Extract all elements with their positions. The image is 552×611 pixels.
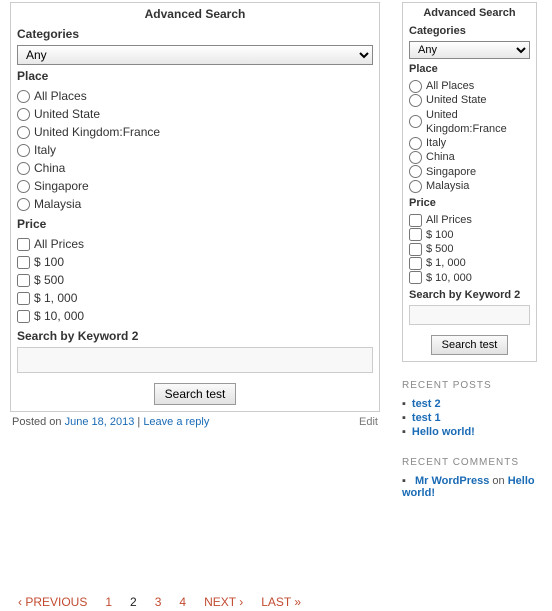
place-option-label: Italy bbox=[34, 143, 56, 157]
edit-link[interactable]: Edit bbox=[359, 416, 378, 428]
sidebar-place-label: Place bbox=[403, 61, 536, 77]
price-checkbox[interactable] bbox=[17, 310, 30, 323]
price-checkbox[interactable] bbox=[17, 274, 30, 287]
place-radio[interactable] bbox=[17, 180, 30, 193]
post-date-link[interactable]: June 18, 2013 bbox=[65, 416, 135, 428]
pagination-page[interactable]: 1 bbox=[105, 595, 112, 609]
sidebar-price-checkbox[interactable] bbox=[409, 257, 422, 270]
sidebar-price-option-label: All Prices bbox=[426, 213, 472, 227]
sidebar-keyword-label: Search by Keyword 2 bbox=[403, 287, 536, 303]
pagination-current: 2 bbox=[130, 595, 137, 609]
sidebar-search-title: Advanced Search bbox=[403, 3, 536, 23]
categories-select[interactable]: Any bbox=[17, 45, 373, 65]
place-radio[interactable] bbox=[17, 126, 30, 139]
pagination-page[interactable]: 4 bbox=[179, 595, 186, 609]
sidebar-place-option-label: All Places bbox=[426, 79, 474, 93]
sidebar-place-option-label: Malaysia bbox=[426, 179, 469, 193]
price-option-label: $ 10, 000 bbox=[34, 309, 84, 323]
price-option-label: $ 1, 000 bbox=[34, 291, 77, 305]
sidebar-place-option-label: Singapore bbox=[426, 165, 476, 179]
recent-post-link[interactable]: test 1 bbox=[412, 412, 441, 424]
sidebar-price-checkbox[interactable] bbox=[409, 271, 422, 284]
sidebar-place-radio[interactable] bbox=[409, 94, 422, 107]
place-radio[interactable] bbox=[17, 144, 30, 157]
categories-label: Categories bbox=[11, 25, 379, 43]
post-meta: Posted on June 18, 2013 | Leave a reply … bbox=[10, 412, 380, 432]
recent-post-link[interactable]: test 2 bbox=[412, 398, 441, 410]
sidebar-place-radio[interactable] bbox=[409, 165, 422, 178]
sidebar-price-label: Price bbox=[403, 195, 536, 211]
sidebar-price-checkbox[interactable] bbox=[409, 243, 422, 256]
place-option-label: United State bbox=[34, 107, 100, 121]
sidebar-categories-label: Categories bbox=[403, 23, 536, 39]
sidebar-place-option-label: Italy bbox=[426, 136, 446, 150]
leave-reply-link[interactable]: Leave a reply bbox=[143, 416, 209, 428]
pagination-next[interactable]: NEXT › bbox=[204, 595, 243, 609]
sidebar-price-option-label: $ 500 bbox=[426, 242, 454, 256]
sidebar-price-option-label: $ 10, 000 bbox=[426, 271, 472, 285]
sidebar-advanced-search-box: Advanced Search Categories Any Place All… bbox=[402, 2, 537, 362]
sidebar-price-option-label: $ 100 bbox=[426, 228, 454, 242]
sidebar-categories-select[interactable]: Any bbox=[409, 41, 530, 59]
sidebar-place-option-label: United State bbox=[426, 93, 487, 107]
commenter-link[interactable]: Mr WordPress bbox=[415, 475, 489, 487]
price-option-label: $ 100 bbox=[34, 255, 64, 269]
sidebar-place-radio[interactable] bbox=[409, 137, 422, 150]
price-option-label: All Prices bbox=[34, 237, 84, 251]
place-option-label: China bbox=[34, 161, 65, 175]
price-checkbox[interactable] bbox=[17, 238, 30, 251]
place-radio[interactable] bbox=[17, 90, 30, 103]
keyword-input[interactable] bbox=[17, 347, 373, 373]
pagination-page[interactable]: 3 bbox=[155, 595, 162, 609]
place-radio[interactable] bbox=[17, 162, 30, 175]
sidebar-keyword-input[interactable] bbox=[409, 305, 530, 325]
price-options: All Prices $ 100 $ 500 $ 1, 000 $ 10, 00… bbox=[11, 233, 379, 327]
recent-posts-list: test 2 test 1 Hello world! bbox=[402, 397, 537, 439]
search-button[interactable]: Search test bbox=[154, 383, 237, 405]
keyword-label: Search by Keyword 2 bbox=[11, 327, 379, 345]
place-radio[interactable] bbox=[17, 198, 30, 211]
price-checkbox[interactable] bbox=[17, 292, 30, 305]
place-label: Place bbox=[11, 67, 379, 85]
sidebar-search-button[interactable]: Search test bbox=[431, 335, 509, 355]
recent-comments-list: Mr WordPress on Hello world! bbox=[402, 474, 537, 500]
price-option-label: $ 500 bbox=[34, 273, 64, 287]
sidebar-place-radio[interactable] bbox=[409, 151, 422, 164]
sidebar-place-option-label: China bbox=[426, 150, 455, 164]
pagination-last[interactable]: LAST » bbox=[261, 595, 301, 609]
recent-post-link[interactable]: Hello world! bbox=[412, 426, 475, 438]
pagination: ‹ PREVIOUS 1 2 3 4 NEXT › LAST » bbox=[10, 595, 380, 609]
sidebar-price-option-label: $ 1, 000 bbox=[426, 256, 466, 270]
place-option-label: All Places bbox=[34, 89, 87, 103]
sidebar-price-checkbox[interactable] bbox=[409, 228, 422, 241]
price-label: Price bbox=[11, 215, 379, 233]
sidebar-place-radio[interactable] bbox=[409, 115, 422, 128]
price-checkbox[interactable] bbox=[17, 256, 30, 269]
sidebar-place-radio[interactable] bbox=[409, 180, 422, 193]
place-radio[interactable] bbox=[17, 108, 30, 121]
sidebar-price-checkbox[interactable] bbox=[409, 214, 422, 227]
recent-comments-heading: RECENT COMMENTS bbox=[402, 457, 537, 468]
search-title: Advanced Search bbox=[11, 3, 379, 25]
place-option-label: United Kingdom:France bbox=[34, 125, 160, 139]
place-options: All Places United State United Kingdom:F… bbox=[11, 85, 379, 215]
place-option-label: Singapore bbox=[34, 179, 89, 193]
sidebar-place-radio[interactable] bbox=[409, 80, 422, 93]
posted-prefix: Posted on bbox=[12, 416, 65, 428]
place-option-label: Malaysia bbox=[34, 197, 81, 211]
recent-posts-heading: RECENT POSTS bbox=[402, 380, 537, 391]
sidebar-place-option-label: United Kingdom:France bbox=[426, 108, 530, 137]
advanced-search-box: Advanced Search Categories Any Place All… bbox=[10, 2, 380, 412]
comment-on-text: on bbox=[489, 475, 507, 487]
pagination-prev[interactable]: ‹ PREVIOUS bbox=[18, 595, 87, 609]
